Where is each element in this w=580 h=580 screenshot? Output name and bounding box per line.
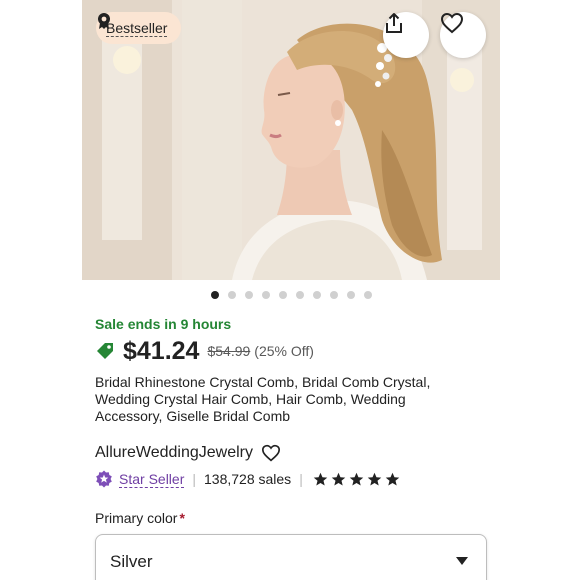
sale-price: $41.24 (123, 336, 200, 365)
star-seller-link[interactable]: Star Seller (119, 471, 185, 488)
carousel-pagination (82, 291, 500, 303)
star-icon (385, 472, 400, 485)
star-icon (313, 472, 328, 485)
carousel-dot[interactable] (295, 291, 304, 299)
award-ribbon-icon (98, 13, 110, 29)
caret-down-icon (456, 557, 468, 565)
divider: | (192, 471, 196, 487)
rating-stars[interactable] (313, 472, 400, 487)
right-margin (500, 0, 580, 580)
listing-page: Bestseller Sale ends in 9 hours $41.24 $… (82, 0, 500, 580)
original-price: $54.99 (207, 343, 251, 359)
star-icon (367, 472, 382, 485)
share-button[interactable] (383, 12, 429, 58)
price-tag-icon (97, 343, 113, 359)
product-image-carousel[interactable]: Bestseller (82, 0, 500, 280)
star-icon (349, 472, 364, 485)
carousel-dot[interactable] (346, 291, 355, 299)
star-icon (331, 472, 346, 485)
shop-row: AllureWeddingJewelry (95, 443, 281, 463)
screenshot-frame: Bestseller Sale ends in 9 hours $41.24 $… (0, 0, 580, 580)
carousel-dot[interactable] (329, 291, 338, 299)
carousel-dot[interactable] (244, 291, 253, 299)
star-seller-badge-icon (96, 470, 112, 488)
bestseller-badge[interactable]: Bestseller (96, 12, 182, 44)
discount-label: (25% Off) (254, 343, 314, 359)
bestseller-label: Bestseller (106, 19, 168, 37)
carousel-dot[interactable] (312, 291, 321, 299)
listing-title: Bridal Rhinestone Crystal Comb, Bridal C… (95, 374, 431, 424)
primary-color-label: Primary color * (95, 510, 185, 526)
shop-sales-count: 138,728 sales (204, 471, 292, 487)
heart-outline-icon[interactable] (261, 444, 281, 462)
seller-info-row: Star Seller | 138,728 sales | (95, 469, 400, 489)
primary-color-label-text: Primary color (95, 510, 178, 526)
sale-countdown: Sale ends in 9 hours (95, 316, 232, 332)
left-margin (0, 0, 82, 580)
carousel-dot[interactable] (210, 291, 219, 299)
primary-color-select[interactable]: Silver (95, 534, 487, 580)
share-icon (386, 13, 402, 33)
divider: | (299, 471, 303, 487)
shop-name-link[interactable]: AllureWeddingJewelry (95, 444, 253, 462)
price-row: $41.24 $54.99 (25% Off) (95, 335, 314, 367)
favorite-button[interactable] (440, 12, 486, 58)
carousel-dot[interactable] (261, 291, 270, 299)
primary-color-value: Silver (110, 552, 153, 571)
required-marker: * (179, 510, 185, 526)
carousel-dot[interactable] (363, 291, 372, 299)
carousel-dot[interactable] (278, 291, 287, 299)
heart-outline-icon (440, 12, 464, 34)
carousel-dot[interactable] (227, 291, 236, 299)
